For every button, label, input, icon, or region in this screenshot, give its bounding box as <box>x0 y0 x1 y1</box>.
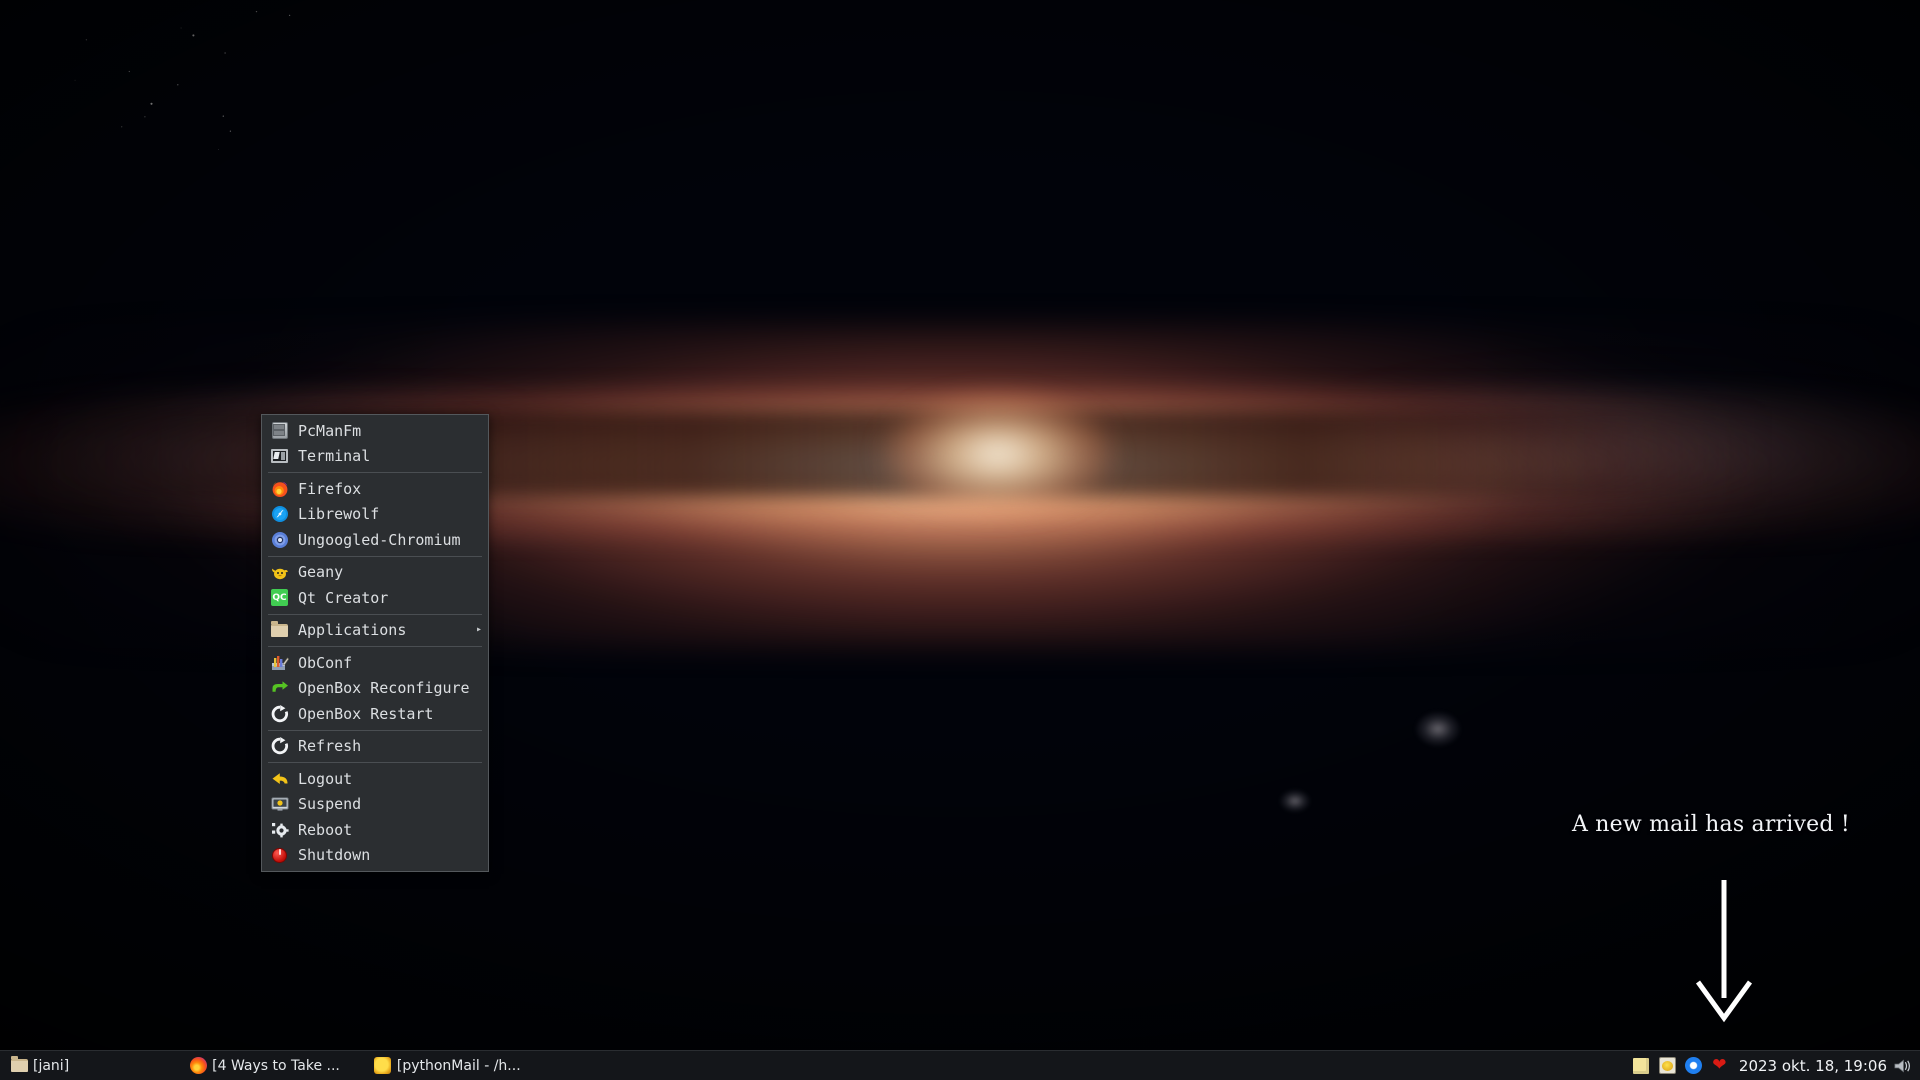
mail-notification-text: A new mail has arrived ! <box>1572 812 1850 837</box>
refresh-icon <box>270 737 289 756</box>
chromium-icon <box>270 530 289 549</box>
menu-item-label: OpenBox Restart <box>298 704 434 723</box>
taskbar-task-label: [pythonMail - /h... <box>396 1057 521 1074</box>
submenu-chevron-right-icon: ▸ <box>475 624 482 636</box>
menu-item-label: OpenBox Reconfigure <box>298 679 470 698</box>
openbox-root-menu[interactable]: PcManFm Terminal Firefox Librewolf Ungoogled… <box>261 414 489 872</box>
menu-separator <box>268 762 482 763</box>
logout-arrow-icon <box>270 769 289 788</box>
menu-item-logout[interactable]: Logout <box>262 766 488 792</box>
menu-item-label: Refresh <box>298 737 362 756</box>
menu-item-label: Reboot <box>298 820 353 839</box>
menu-item-label: Applications <box>298 621 407 640</box>
menu-item-qt-creator[interactable]: QC Qt Creator <box>262 585 488 611</box>
menu-item-openbox-reconfigure[interactable]: OpenBox Reconfigure <box>262 676 488 702</box>
folder-icon <box>270 620 289 640</box>
menu-separator <box>268 472 482 473</box>
firefox-icon <box>270 479 289 498</box>
menu-item-suspend[interactable]: Suspend <box>262 792 488 818</box>
file-manager-icon <box>270 421 289 440</box>
taskbar-task-label: [4 Ways to Take ... <box>212 1057 340 1074</box>
taskbar-task[interactable]: [pythonMail - /h... <box>370 1054 529 1078</box>
system-tray[interactable]: ❤ <box>1632 1056 1735 1075</box>
menu-item-label: Terminal <box>298 447 371 466</box>
menu-item-pcmanfm[interactable]: PcManFm <box>262 418 488 444</box>
taskbar-window-list[interactable]: [jani] [4 Ways to Take ... [pythonMail - /… <box>0 1054 529 1078</box>
menu-item-obconf[interactable]: ObConf <box>262 650 488 676</box>
shutdown-icon <box>270 846 289 865</box>
clipboard-icon[interactable] <box>1658 1056 1677 1075</box>
down-arrow-annotation <box>1695 880 1753 1023</box>
geany-icon <box>270 563 289 582</box>
menu-separator <box>268 729 482 731</box>
menu-item-label: Qt Creator <box>298 588 389 607</box>
sticky-note-icon[interactable] <box>1632 1056 1651 1075</box>
menu-item-label: Suspend <box>298 795 362 814</box>
speaker-icon[interactable] <box>1893 1056 1912 1075</box>
menu-item-refresh[interactable]: Refresh <box>262 734 488 760</box>
menu-separator <box>268 555 482 557</box>
menu-item-label: Logout <box>298 769 353 788</box>
menu-item-terminal[interactable]: Terminal <box>262 444 488 470</box>
menu-item-geany[interactable]: Geany <box>262 560 488 586</box>
folder-icon <box>10 1056 28 1075</box>
menu-separator <box>268 613 482 615</box>
menu-item-label: ObConf <box>298 653 353 672</box>
terminal-icon <box>270 447 289 466</box>
menu-separator <box>268 646 482 647</box>
qt-creator-icon: QC <box>270 588 289 607</box>
clock[interactable]: 2023 okt. 18, 19:06 <box>1735 1057 1893 1075</box>
menu-item-librewolf[interactable]: Librewolf <box>262 502 488 528</box>
librewolf-icon <box>270 505 289 524</box>
desktop-root-window[interactable]: PcManFm Terminal Firefox Librewolf Ungoogled… <box>0 0 1920 1080</box>
reconfigure-arrow-icon <box>270 679 289 698</box>
menu-item-firefox[interactable]: Firefox <box>262 476 488 502</box>
menu-item-shutdown[interactable]: Shutdown <box>262 843 488 869</box>
menu-item-label: Librewolf <box>298 505 380 524</box>
restart-icon <box>270 704 289 723</box>
suspend-monitor-icon <box>270 795 289 814</box>
taskbar-task-label: [jani] <box>33 1057 70 1074</box>
heart-icon[interactable]: ❤ <box>1710 1056 1729 1075</box>
blue-dot-icon[interactable] <box>1684 1056 1703 1075</box>
menu-item-label: Ungoogled-Chromium <box>298 530 461 549</box>
menu-item-reboot[interactable]: Reboot <box>262 817 488 843</box>
menu-item-ungoogled-chromium[interactable]: Ungoogled-Chromium <box>262 527 488 553</box>
geany-icon <box>374 1057 392 1075</box>
menu-item-label: Shutdown <box>298 846 371 865</box>
taskbar-task[interactable]: [4 Ways to Take ... <box>185 1054 348 1078</box>
firefox-icon <box>189 1057 207 1075</box>
menu-item-label: Geany <box>298 563 344 582</box>
menu-item-label: PcManFm <box>298 421 362 440</box>
reboot-gear-icon <box>270 820 289 839</box>
obconf-icon <box>270 653 289 672</box>
menu-item-applications[interactable]: Applications ▸ <box>262 618 488 644</box>
menu-item-openbox-restart[interactable]: OpenBox Restart <box>262 701 488 727</box>
menu-item-label: Firefox <box>298 479 362 498</box>
taskbar[interactable]: [jani] [4 Ways to Take ... [pythonMail - /… <box>0 1050 1920 1080</box>
taskbar-task[interactable]: [jani] <box>6 1054 77 1078</box>
